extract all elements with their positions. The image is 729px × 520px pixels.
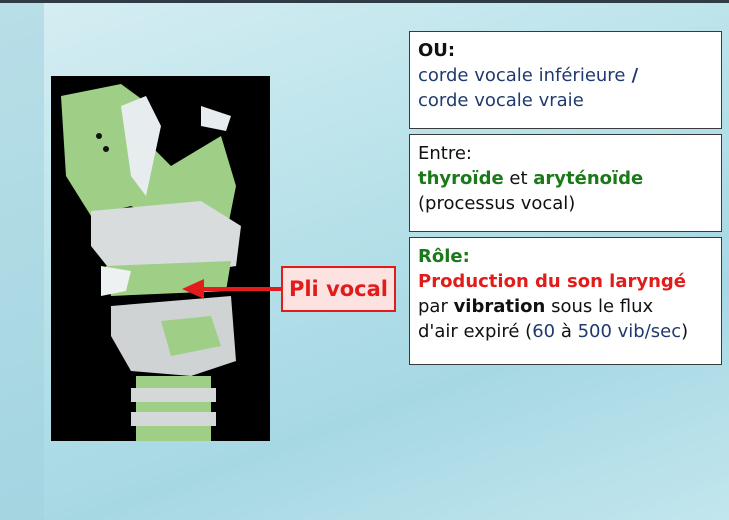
role-box: Rôle: Production du son laryngé par vibr…	[409, 237, 722, 365]
box1-title: OU:	[418, 40, 456, 61]
box1-line2: corde vocale vraie	[418, 90, 584, 111]
pli-vocal-label: Pli vocal	[281, 266, 396, 312]
box3-line2: par vibration sous le flux	[418, 296, 654, 317]
larynx-section-image	[51, 76, 270, 441]
left-strip	[0, 3, 44, 520]
arrow-left-icon	[182, 279, 282, 299]
top-bar	[0, 0, 729, 3]
box2-line1: Entre:	[418, 143, 472, 164]
box2-line2: thyroïde et aryténoïde	[418, 168, 644, 189]
definition-box: OU: corde vocale inférieure / corde voca…	[409, 31, 722, 129]
box3-title: Rôle:	[418, 246, 470, 267]
box3-line3: d'air expiré (60 à 500 vib/sec)	[418, 321, 689, 342]
box3-line1: Production du son laryngé	[418, 271, 686, 292]
location-box: Entre: thyroïde et aryténoïde (processus…	[409, 134, 722, 232]
box1-line1: corde vocale inférieure /	[418, 65, 639, 86]
box2-line3: (processus vocal)	[418, 193, 576, 214]
